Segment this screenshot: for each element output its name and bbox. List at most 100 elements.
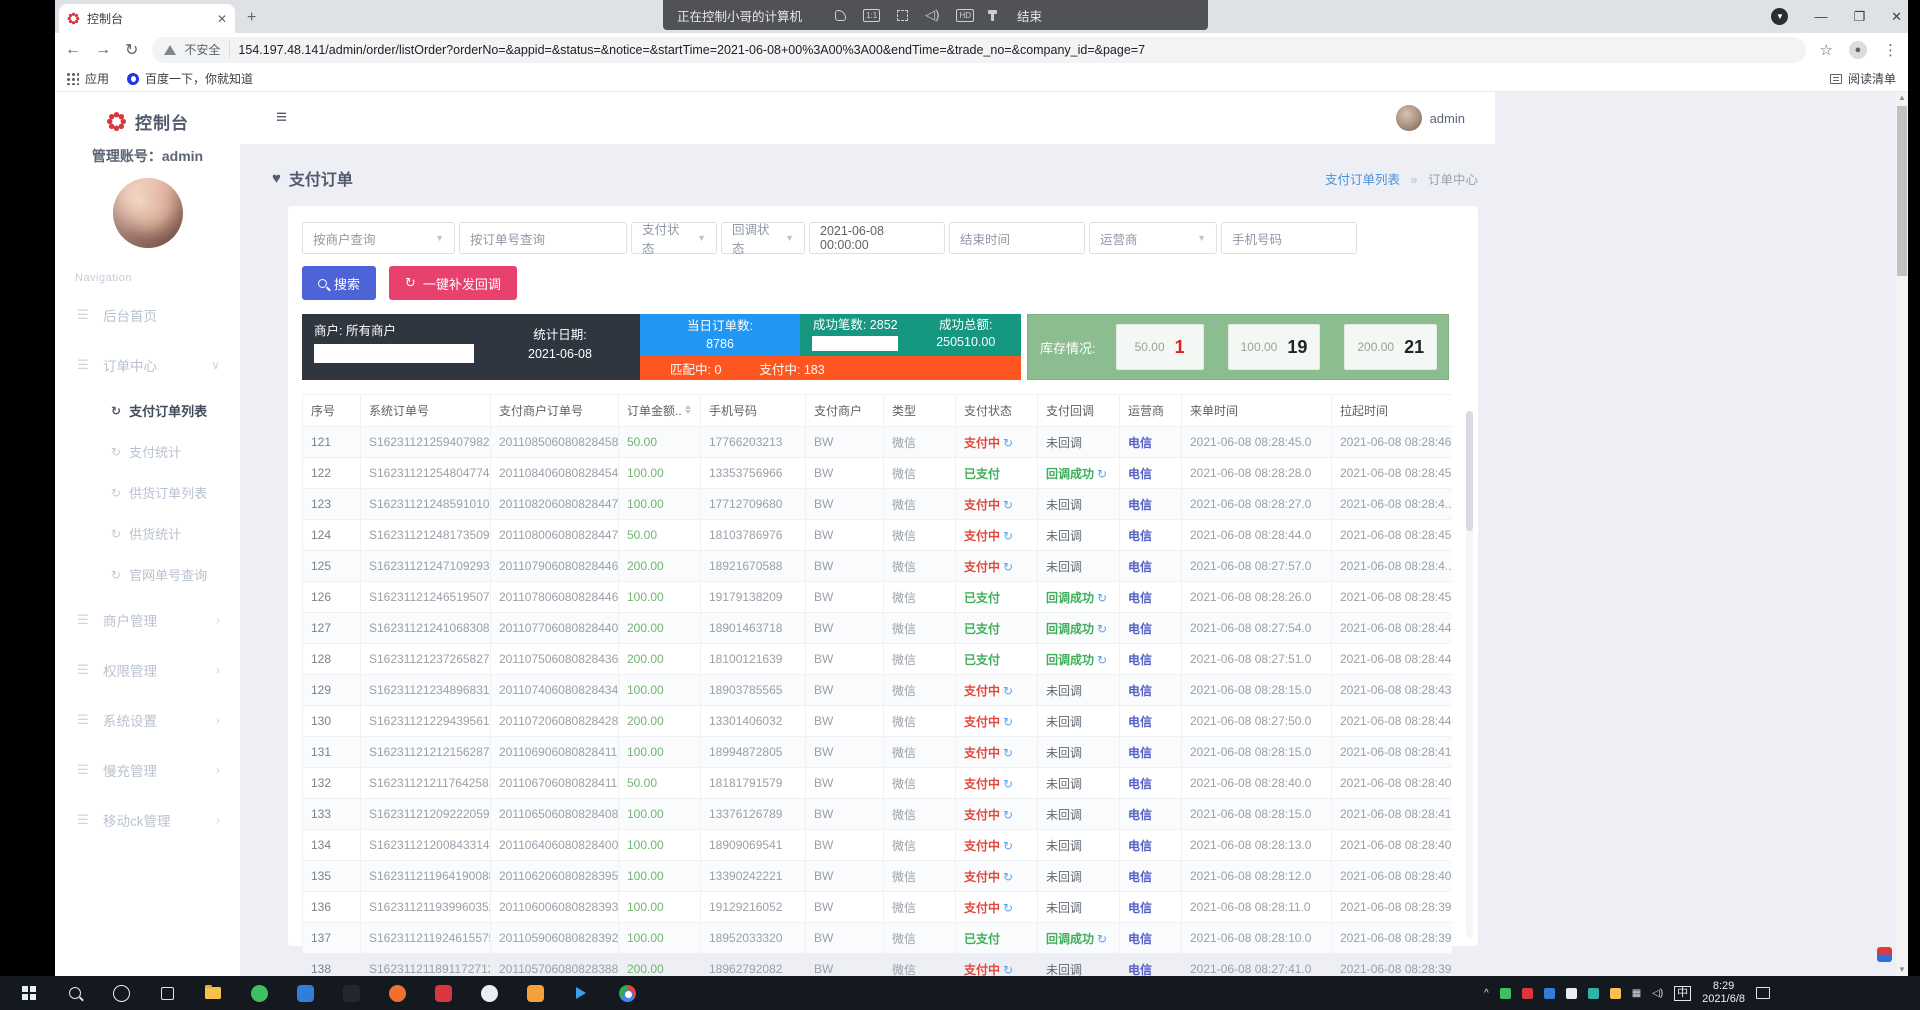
table-row[interactable]: 134S162311212008433143882011064060808284… xyxy=(303,830,1453,861)
speaker-icon[interactable]: ◁) xyxy=(925,7,939,23)
tab-close-icon[interactable]: ✕ xyxy=(217,12,227,26)
app-red-icon[interactable] xyxy=(432,982,454,1004)
table-row[interactable]: 121S162311212594079828...201108506080828… xyxy=(303,427,1453,458)
table-row[interactable]: 125S162311212471092932172011079060808284… xyxy=(303,551,1453,582)
filter-select-按商户查询[interactable]: 按商户查询▼ xyxy=(302,222,455,254)
table-row[interactable]: 132S162311212117642581942011067060808284… xyxy=(303,768,1453,799)
table-row[interactable]: 137S162311211924615575932011059060808283… xyxy=(303,923,1453,954)
table-row[interactable]: 130S162311212294395610812011072060808284… xyxy=(303,706,1453,737)
chrome-icon[interactable] xyxy=(616,982,638,1004)
filter-input-结束时间[interactable]: 结束时间 xyxy=(949,222,1085,254)
address-bar[interactable]: 不安全 154.197.48.141/admin/order/listOrder… xyxy=(152,37,1805,63)
tray-expand-icon[interactable]: ^ xyxy=(1484,988,1489,999)
refresh-status-icon[interactable]: ↻ xyxy=(1003,777,1013,791)
tray-volume-icon[interactable]: ◁) xyxy=(1652,988,1663,999)
refresh-status-icon[interactable]: ↻ xyxy=(1003,901,1013,915)
refresh-status-icon[interactable]: ↻ xyxy=(1003,839,1013,853)
action-center-icon[interactable] xyxy=(1756,987,1770,999)
search-button[interactable] xyxy=(64,982,86,1004)
scrollbar-thumb[interactable] xyxy=(1897,106,1907,276)
table-row[interactable]: 136S162311211939960352042011060060808283… xyxy=(303,892,1453,923)
scroll-up-icon[interactable]: ▲ xyxy=(1896,92,1908,104)
bookmark-baidu[interactable]: 百度一下，你就知道 xyxy=(127,70,253,87)
close-button[interactable]: ✕ xyxy=(1891,9,1902,25)
app-blue-icon[interactable] xyxy=(294,982,316,1004)
sidebar-subitem-供货订单列表[interactable]: ↻供货订单列表 xyxy=(55,472,240,513)
refresh-status-icon[interactable]: ↻ xyxy=(1003,715,1013,729)
fullscreen-icon[interactable] xyxy=(897,10,908,21)
tray-app-green-icon[interactable] xyxy=(1500,988,1511,999)
table-row[interactable]: 138S162311211891172712412011057060808283… xyxy=(303,954,1453,977)
sidebar-item-慢充管理[interactable]: ☰慢充管理› xyxy=(55,745,240,795)
filter-select-运营商[interactable]: 运营商▼ xyxy=(1089,222,1217,254)
sidebar-item-移动ck管理[interactable]: ☰移动ck管理› xyxy=(55,795,240,845)
resend-callback-button[interactable]: ↻ 一键补发回调 xyxy=(389,266,517,300)
filter-input-按订单号查询[interactable]: 按订单号查询 xyxy=(459,222,627,254)
filter-input-2021-06-08 00:00:00[interactable]: 2021-06-08 00:00:00 xyxy=(809,222,945,254)
hd-icon[interactable]: HD xyxy=(956,9,974,22)
back-button[interactable]: ← xyxy=(65,41,81,59)
sidebar-subitem-官网单号查询[interactable]: ↻官网单号查询 xyxy=(55,554,240,595)
refresh-status-icon[interactable]: ↻ xyxy=(1003,529,1013,543)
sort-icon[interactable] xyxy=(685,405,691,415)
start-button[interactable] xyxy=(18,982,40,1004)
filter-select-支付状态[interactable]: 支付状态▼ xyxy=(631,222,717,254)
tray-app-yellow-icon[interactable] xyxy=(1610,988,1621,999)
column-header-订单金额..[interactable]: 订单金额.. xyxy=(619,395,701,427)
search-button[interactable]: 搜索 xyxy=(302,266,376,300)
table-row[interactable]: 126S162311212465195072512011078060808284… xyxy=(303,582,1453,613)
apps-shortcut[interactable]: 应用 xyxy=(67,70,109,87)
sidebar-subitem-供货统计[interactable]: ↻供货统计 xyxy=(55,513,240,554)
remote-end-button[interactable]: 结束 xyxy=(1017,6,1042,25)
table-row[interactable]: 131S162311212121562879392011069060808284… xyxy=(303,737,1453,768)
success-count-input[interactable] xyxy=(812,336,898,351)
file-explorer-icon[interactable] xyxy=(202,982,224,1004)
app-logo[interactable]: 控制台 xyxy=(55,92,240,134)
app-white-icon[interactable] xyxy=(478,982,500,1004)
reading-list-button[interactable]: 阅读清单 xyxy=(1830,70,1896,87)
refresh-status-icon[interactable]: ↻ xyxy=(1003,436,1013,450)
ime-indicator[interactable]: 中 xyxy=(1674,986,1691,1001)
sidebar-item-订单中心[interactable]: ☰订单中心∨ xyxy=(55,340,240,390)
pin-icon[interactable] xyxy=(991,10,994,21)
refresh-status-icon[interactable]: ↻ xyxy=(1003,684,1013,698)
sidebar-item-系统设置[interactable]: ☰系统设置› xyxy=(55,695,240,745)
terminal-icon[interactable] xyxy=(340,982,362,1004)
app-orange-icon[interactable] xyxy=(524,982,546,1004)
forward-button[interactable]: → xyxy=(95,41,111,59)
refresh-status-icon[interactable]: ↻ xyxy=(1003,963,1013,977)
tray-app-blue-icon[interactable] xyxy=(1544,988,1555,999)
task-view-button[interactable] xyxy=(156,982,178,1004)
tray-network-icon[interactable]: ▦ xyxy=(1632,988,1641,999)
refresh-status-icon[interactable]: ↻ xyxy=(1003,560,1013,574)
scroll-down-icon[interactable]: ▼ xyxy=(1896,964,1908,976)
breadcrumb-link[interactable]: 支付订单列表 xyxy=(1325,173,1400,187)
tray-app-white-icon[interactable] xyxy=(1566,988,1577,999)
bookmark-star-icon[interactable]: ☆ xyxy=(1820,41,1833,59)
player-icon[interactable] xyxy=(570,982,592,1004)
refresh-status-icon[interactable]: ↻ xyxy=(1097,622,1107,636)
maximize-button[interactable]: ❐ xyxy=(1853,9,1865,25)
sidebar-subitem-支付统计[interactable]: ↻支付统计 xyxy=(55,431,240,472)
sidebar-item-权限管理[interactable]: ☰权限管理› xyxy=(55,645,240,695)
table-row[interactable]: 124S162311212481735090662011080060808284… xyxy=(303,520,1453,551)
refresh-status-icon[interactable]: ↻ xyxy=(1097,591,1107,605)
browser-scrollbar[interactable]: ▲ ▼ xyxy=(1896,92,1908,976)
filter-input-手机号码[interactable]: 手机号码 xyxy=(1221,222,1357,254)
refresh-status-icon[interactable]: ↻ xyxy=(1003,808,1013,822)
phone-icon[interactable] xyxy=(835,10,846,21)
profile-menu-icon[interactable]: ▼ xyxy=(1771,8,1788,25)
refresh-status-icon[interactable]: ↻ xyxy=(1097,467,1107,481)
minimize-button[interactable]: — xyxy=(1814,9,1827,24)
ratio-1-1-icon[interactable]: 1:1 xyxy=(863,9,880,22)
refresh-status-icon[interactable]: ↻ xyxy=(1003,870,1013,884)
topbar-avatar[interactable] xyxy=(1396,105,1422,131)
refresh-status-icon[interactable]: ↻ xyxy=(1003,746,1013,760)
merchant-input[interactable] xyxy=(314,344,474,363)
table-row[interactable]: 128S162311212372658277002011075060808284… xyxy=(303,644,1453,675)
refresh-status-icon[interactable]: ↻ xyxy=(1097,932,1107,946)
browser-profile-avatar[interactable]: ● xyxy=(1849,41,1867,59)
browser-menu-icon[interactable]: ⋮ xyxy=(1883,41,1898,59)
topbar-user[interactable]: admin xyxy=(1396,105,1465,131)
refresh-status-icon[interactable]: ↻ xyxy=(1097,653,1107,667)
